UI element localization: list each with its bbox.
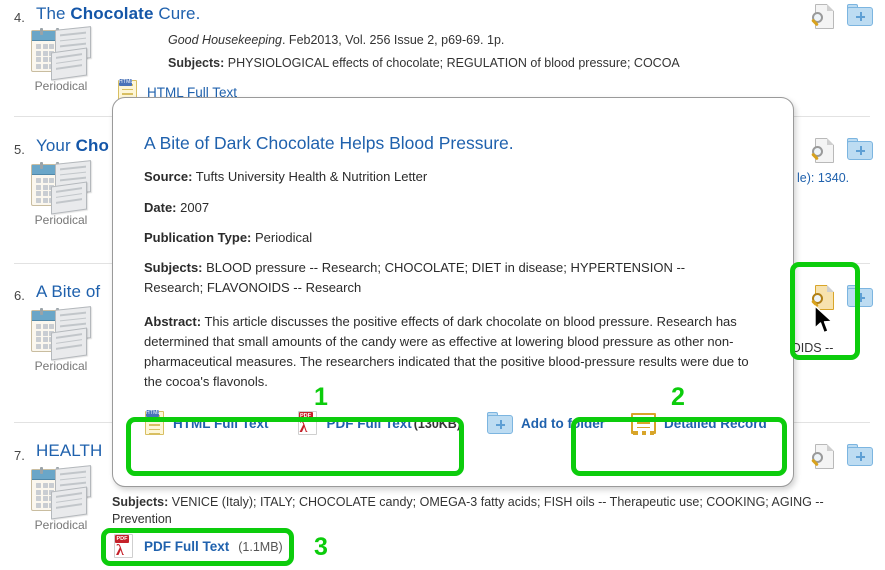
- source-details: . Feb2013, Vol. 256 Issue 2, p69-69. 1p.: [281, 33, 505, 47]
- popup-toolbar: HTML HTML Full Text PDF λ PDF Full Text (…: [133, 410, 767, 436]
- result-title-pre: A Bite of: [36, 282, 101, 301]
- result-title-highlight: Chocolate: [70, 4, 154, 23]
- result-title-link[interactable]: The Chocolate Cure.: [36, 4, 200, 24]
- page-sheet-icon: [51, 47, 87, 81]
- pdf-full-text-label: PDF Full Text: [144, 539, 230, 554]
- preview-magnifier-icon[interactable]: [811, 4, 837, 31]
- preview-magnifier-icon[interactable]: [811, 444, 837, 471]
- add-to-folder-icon: [487, 412, 514, 435]
- detailed-record-icon: [631, 412, 657, 435]
- popup-abstract: Abstract: This article discusses the pos…: [144, 312, 762, 393]
- popup-field-value: Periodical: [255, 230, 313, 245]
- add-to-folder-icon[interactable]: [847, 285, 873, 308]
- result-title-pre: HEALTH: [36, 441, 103, 460]
- result-title-pre: Your: [36, 136, 76, 155]
- result-title-link[interactable]: A Bite of: [36, 282, 100, 302]
- pdf-full-text-link-7[interactable]: PDF λ PDF Full Text (1.1MB): [113, 534, 283, 559]
- popup-field-source: Source: Tufts University Health & Nutrit…: [144, 168, 427, 187]
- popup-field-publication-type: Publication Type: Periodical: [144, 229, 312, 248]
- result-number: 7.: [14, 448, 25, 463]
- periodical-icon: [29, 26, 93, 81]
- result-number: 6.: [14, 288, 25, 303]
- popup-title[interactable]: A Bite of Dark Chocolate Helps Blood Pre…: [144, 133, 514, 154]
- subjects-label: Subjects:: [112, 495, 169, 509]
- periodical-icon: [29, 306, 93, 361]
- result-actions-5: [811, 138, 873, 165]
- result-source-line: Good Housekeeping. Feb2013, Vol. 256 Iss…: [168, 33, 504, 47]
- popup-add-to-folder-label: Add to folder: [521, 416, 606, 431]
- result-actions-4: [811, 4, 873, 31]
- annotation-number-3: 3: [314, 533, 328, 561]
- result-title-link[interactable]: Your Cho: [36, 136, 109, 156]
- popup-abstract-label: Abstract:: [144, 314, 202, 329]
- pdf-file-size: (1.1MB): [238, 539, 283, 554]
- page-sheet-icon: [51, 181, 87, 215]
- add-to-folder-icon[interactable]: [847, 4, 873, 27]
- popup-abstract-value: This article discusses the positive effe…: [144, 314, 749, 390]
- result-number: 4.: [14, 10, 25, 25]
- popup-field-label: Publication Type:: [144, 230, 252, 245]
- page-sheet-icon: [51, 327, 87, 361]
- popup-pdf-file-size: (130KB): [413, 416, 462, 431]
- pdf-document-icon: PDF λ: [297, 411, 319, 436]
- popup-field-date: Date: 2007: [144, 199, 209, 218]
- popup-field-label: Source:: [144, 169, 193, 184]
- publication-type-7: Periodical: [22, 465, 100, 532]
- publication-type-6: Periodical: [22, 306, 100, 373]
- popup-field-value: Tufts University Health & Nutrition Lett…: [195, 169, 428, 184]
- result-subjects-line: Subjects: VENICE (Italy); ITALY; CHOCOLA…: [112, 494, 877, 528]
- result-number: 5.: [14, 142, 25, 157]
- search-results-page: 4. The Chocolate Cure. Periodical Good H…: [0, 0, 885, 570]
- popup-subjects-label: Subjects:: [144, 260, 203, 275]
- popup-subjects-value: BLOOD pressure -- Research; CHOCOLATE; D…: [144, 260, 686, 296]
- publication-type-4: Periodical: [22, 26, 100, 93]
- calendar-ring: [40, 467, 43, 474]
- popup-field-label: Date:: [144, 200, 177, 215]
- result-subjects-line: Subjects: PHYSIOLOGICAL effects of choco…: [168, 56, 868, 70]
- add-to-folder-icon[interactable]: [847, 138, 873, 161]
- calendar-ring: [40, 28, 43, 35]
- source-name: Good Housekeeping: [168, 33, 282, 47]
- popup-field-value: 2007: [180, 200, 210, 215]
- periodical-icon: [29, 160, 93, 215]
- subjects-value: VENICE (Italy); ITALY; CHOCOLATE candy; …: [112, 495, 824, 526]
- preview-magnifier-icon[interactable]: [811, 138, 837, 165]
- popup-pdf-full-text-button[interactable]: PDF λ PDF Full Text (130KB): [297, 411, 462, 436]
- popup-html-full-text-label: HTML Full Text: [173, 416, 269, 431]
- result-item-4: 4. The Chocolate Cure. Periodical Good H…: [0, 0, 885, 110]
- popup-add-to-folder-button[interactable]: Add to folder: [487, 412, 605, 435]
- pdf-document-icon: PDF λ: [113, 534, 135, 559]
- popup-detailed-record-button[interactable]: Detailed Record: [631, 412, 767, 435]
- html-document-icon: HTML: [145, 410, 165, 436]
- publication-type-label: Periodical: [34, 359, 88, 373]
- subjects-value: PHYSIOLOGICAL effects of chocolate; REGU…: [224, 56, 680, 70]
- annotation-number-2: 2: [671, 383, 685, 411]
- periodical-icon: [29, 465, 93, 520]
- result-5-tail-text: le): 1340.: [797, 171, 850, 185]
- annotation-number-1: 1: [314, 383, 328, 411]
- add-to-folder-icon[interactable]: [847, 444, 873, 467]
- record-preview-popup: A Bite of Dark Chocolate Helps Blood Pre…: [112, 97, 794, 487]
- publication-type-label: Periodical: [34, 518, 88, 532]
- result-title-pre: The: [36, 4, 71, 23]
- result-title-link[interactable]: HEALTH: [36, 441, 102, 461]
- popup-field-subjects: Subjects: BLOOD pressure -- Research; CH…: [144, 258, 734, 298]
- publication-type-label: Periodical: [34, 213, 88, 227]
- mouse-cursor-icon: [814, 305, 833, 334]
- result-actions-7: [811, 444, 873, 471]
- popup-pdf-full-text-label: PDF Full Text: [326, 416, 412, 431]
- subjects-label: Subjects:: [168, 56, 225, 70]
- calendar-ring: [40, 308, 43, 315]
- popup-html-full-text-button[interactable]: HTML HTML Full Text: [145, 410, 269, 436]
- publication-type-label: Periodical: [34, 79, 88, 93]
- result-title-post: Cure.: [153, 4, 201, 23]
- calendar-ring: [40, 162, 43, 169]
- result-6-tail-text: OIDS --: [791, 341, 834, 355]
- result-title-highlight: Cho: [75, 136, 109, 155]
- publication-type-5: Periodical: [22, 160, 100, 227]
- popup-detailed-record-label: Detailed Record: [664, 416, 767, 431]
- page-sheet-icon: [51, 486, 87, 520]
